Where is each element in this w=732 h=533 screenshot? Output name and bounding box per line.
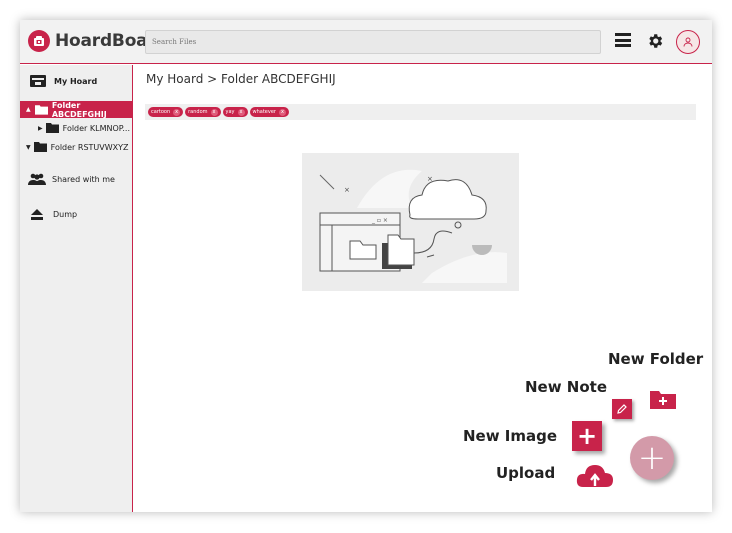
hoardboard-logo-icon	[28, 30, 50, 52]
new-note-label[interactable]: New Note	[525, 378, 607, 396]
top-bar: HoardBoard	[20, 20, 712, 64]
sidebar-item-folder-abcdefghij[interactable]: ▲ Folder ABCDEFGHIJ	[20, 100, 133, 119]
dump-eject-icon	[31, 209, 43, 220]
users-icon	[28, 173, 46, 185]
svg-text:×: ×	[344, 186, 350, 194]
tag-chip-cartoon[interactable]: cartoon x	[148, 107, 184, 117]
close-icon[interactable]: x	[173, 108, 181, 116]
folder-open-icon	[34, 105, 48, 115]
plus-icon: +	[637, 438, 667, 478]
folder-icon	[45, 123, 59, 133]
caret-down-icon[interactable]: ▼	[26, 144, 31, 151]
new-image-label[interactable]: New Image	[463, 427, 557, 445]
folder-icon	[33, 142, 47, 152]
tag-chip-whatever[interactable]: whatever x	[249, 107, 289, 117]
search-input[interactable]	[145, 30, 601, 54]
sidebar-item-label: Shared with me	[52, 174, 115, 184]
app-window: HoardBoard My Hoard	[20, 20, 712, 512]
hamburger-menu-icon[interactable]	[615, 33, 631, 47]
upload-button[interactable]	[576, 463, 614, 493]
sidebar-item-dump[interactable]: Dump	[31, 209, 77, 220]
sidebar-item-my-hoard[interactable]: My Hoard	[30, 75, 97, 87]
plus-icon: +	[576, 422, 598, 450]
tag-chip-random[interactable]: random x	[185, 107, 221, 117]
pencil-icon	[617, 404, 627, 414]
add-fab-button[interactable]: +	[630, 436, 674, 480]
cloud-upload-icon	[576, 465, 613, 487]
tag-label: cartoon	[151, 109, 171, 115]
new-folder-label[interactable]: New Folder	[608, 350, 703, 368]
caret-up-icon[interactable]: ▲	[26, 106, 31, 113]
sidebar-item-shared-with-me[interactable]: Shared with me	[28, 173, 115, 185]
empty-folder-illustration: × × _ ▫ ×	[302, 153, 519, 291]
sidebar-item-label: My Hoard	[54, 76, 98, 86]
svg-text:_ ▫ ×: _ ▫ ×	[371, 217, 388, 224]
tag-chip-yay[interactable]: yay x	[222, 107, 248, 117]
sidebar-item-label: Folder KLMNOP...	[62, 123, 130, 133]
folder-plus-icon	[650, 391, 676, 409]
breadcrumb: My Hoard > Folder ABCDEFGHIJ	[146, 72, 336, 86]
close-icon[interactable]: x	[278, 108, 286, 116]
tag-bar: cartoon x random x yay x whatever x	[145, 104, 696, 120]
new-folder-button[interactable]	[650, 389, 676, 413]
gear-icon[interactable]	[646, 32, 664, 54]
tag-label: yay	[225, 109, 235, 115]
close-icon[interactable]: x	[210, 108, 218, 116]
close-icon[interactable]: x	[237, 108, 245, 116]
new-image-button[interactable]: +	[572, 421, 602, 451]
tag-label: whatever	[252, 109, 276, 115]
hoard-box-icon	[30, 75, 46, 87]
sidebar-item-folder-klmnop[interactable]: ▶ Folder KLMNOP...	[38, 123, 130, 133]
caret-right-icon[interactable]: ▶	[38, 125, 43, 132]
sidebar-item-label: Folder RSTUVWXYZ	[50, 142, 129, 152]
tag-label: random	[188, 109, 208, 115]
user-avatar-icon[interactable]	[676, 30, 700, 54]
new-note-button[interactable]	[612, 399, 632, 419]
sidebar-item-label: Folder ABCDEFGHIJ	[51, 100, 107, 119]
sidebar-item-folder-rstuvwxyz[interactable]: ▼ Folder RSTUVWXYZ	[26, 142, 129, 152]
sidebar-item-label: Dump	[53, 210, 78, 219]
sidebar: My Hoard ▲ Folder ABCDEFGHIJ ▶ Folder KL…	[20, 65, 133, 512]
upload-label[interactable]: Upload	[496, 464, 555, 482]
